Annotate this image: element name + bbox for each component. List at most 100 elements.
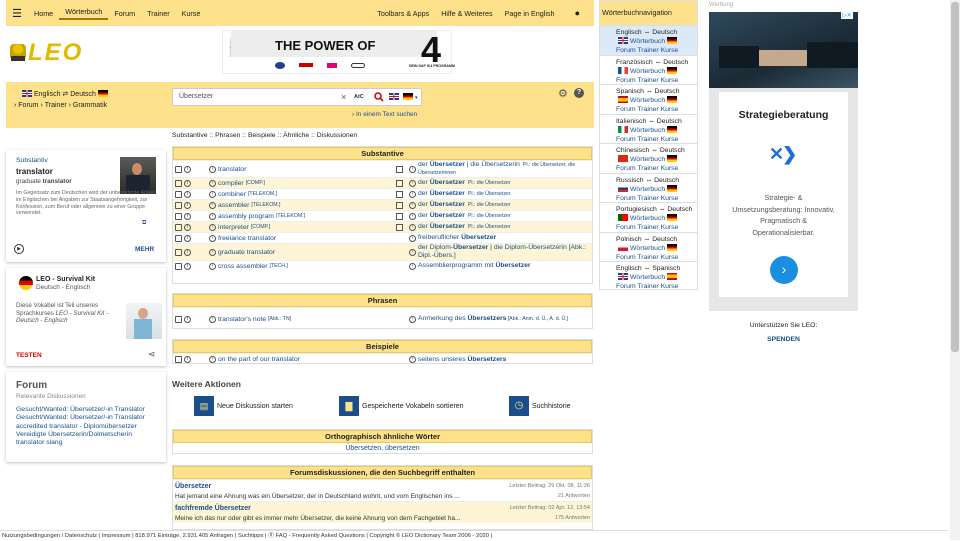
cat-substantive[interactable]: Substantive [172, 132, 208, 139]
special-characters-button[interactable]: AtC [354, 94, 364, 100]
term-de[interactable]: der Übersetzer | die Übersetzerin Pl.: di… [418, 161, 592, 177]
rnav-dictionary-link[interactable]: Wörterbuch [616, 155, 697, 164]
table-icon[interactable] [396, 201, 403, 209]
rnav-pair[interactable]: Englisch ⇔ Spanisch [616, 264, 697, 273]
save-icon[interactable] [175, 201, 182, 209]
save-icon[interactable] [175, 248, 182, 256]
rnav-pair[interactable]: Chinesisch ⇔ Deutsch [616, 146, 697, 155]
subnav-trainer[interactable]: Trainer [45, 102, 67, 109]
term-en[interactable]: interpreter [218, 224, 249, 231]
forum-discussion-item[interactable]: fachfremde Übersetzer Meine ich das nur … [173, 501, 592, 523]
audio-icon[interactable]: › [209, 315, 216, 323]
table-icon[interactable] [396, 165, 403, 173]
audio-icon[interactable]: › [409, 262, 416, 270]
action-sort-vocabulary[interactable]: ▇ Gespeicherte Vokabeln sortieren [339, 396, 464, 416]
rnav-pair[interactable]: Polnisch ⇔ Deutsch [616, 235, 697, 244]
search-in-text-link[interactable]: › In einem Text suchen [352, 111, 417, 118]
action-search-history[interactable]: ◷ Suchhistorie [509, 396, 571, 416]
audio-icon[interactable]: › [209, 190, 216, 198]
rnav-dictionary-link[interactable]: Wörterbuch [616, 37, 697, 46]
forum-link[interactable]: Vereidigte Übersetzerin/Dolmetscherin [16, 431, 145, 439]
info-icon[interactable]: i [184, 315, 191, 323]
term-en[interactable]: combiner [218, 191, 246, 198]
audio-icon[interactable]: › [409, 179, 416, 187]
search-icon[interactable] [374, 92, 384, 102]
external-link-icon[interactable]: ⧉ [142, 220, 146, 227]
rnav-forum-trainer-kurse[interactable]: Forum Trainer Kurse [600, 282, 697, 291]
audio-icon[interactable]: › [409, 234, 416, 242]
forum-link[interactable]: translator slang [16, 439, 145, 447]
rnav-pair[interactable]: Portugiesisch ⇔ Deutsch [616, 205, 697, 214]
term-en[interactable]: compiler [218, 180, 244, 187]
audio-icon[interactable]: › [209, 248, 216, 256]
term-en[interactable]: cross assembler [218, 263, 267, 270]
audio-icon[interactable]: › [409, 165, 416, 173]
footer[interactable]: Nutzungsbedingungen / Datenschutz | Impr… [0, 530, 948, 540]
info-icon[interactable]: i [184, 234, 191, 242]
save-icon[interactable] [175, 190, 182, 198]
audio-icon[interactable]: › [409, 223, 416, 231]
table-icon[interactable] [396, 190, 403, 198]
user-icon[interactable]: ● [561, 8, 594, 18]
subnav-forum[interactable]: Forum [18, 102, 38, 109]
action-new-discussion[interactable]: ▤ Neue Diskussion starten [194, 396, 293, 416]
nav-forum[interactable]: Forum [108, 9, 141, 18]
term-de[interactable]: der Übersetzer Pl.: die Übersetzer [418, 201, 592, 209]
info-icon[interactable]: i [184, 190, 191, 198]
scrollbar-thumb[interactable] [951, 2, 959, 352]
audio-icon[interactable]: › [209, 201, 216, 209]
test-button[interactable]: TESTEN [16, 352, 42, 359]
cat-aehnliche[interactable]: Ähnliche [283, 132, 309, 139]
play-icon[interactable]: ▶ [14, 244, 24, 254]
info-icon[interactable]: i [184, 179, 191, 187]
audio-icon[interactable]: › [209, 262, 216, 270]
search-input[interactable]: Übersetzer [179, 93, 213, 100]
rnav-dictionary-link[interactable]: Wörterbuch [616, 184, 697, 194]
term-de[interactable]: Anmerkung des Übersetzers [Abk.: Anm. d.… [418, 315, 590, 323]
share-icon[interactable]: ⋖ [148, 349, 156, 360]
rnav-pair[interactable]: Französisch ⇔ Deutsch [616, 58, 697, 67]
audio-icon[interactable]: › [209, 234, 216, 242]
save-icon[interactable] [175, 355, 182, 363]
swap-languages-icon[interactable]: ⇄ [62, 91, 68, 98]
save-icon[interactable] [175, 234, 182, 242]
audio-icon[interactable]: › [409, 355, 416, 363]
settings-gear-icon[interactable]: ⚙ [558, 87, 568, 100]
nav-toolbars[interactable]: Toolbars & Apps [371, 9, 435, 18]
save-icon[interactable] [175, 212, 182, 220]
rnav-pair[interactable]: Spanisch ⇔ Deutsch [616, 87, 697, 96]
dictionary-language-dropdown[interactable]: ▾ [387, 93, 418, 101]
nav-kurse[interactable]: Kurse [176, 9, 207, 18]
term-de[interactable]: der Übersetzer Pl.: die Übersetzer [418, 212, 592, 220]
info-icon[interactable]: i [184, 355, 191, 363]
more-button[interactable]: MEHR [135, 246, 154, 253]
term-de[interactable]: der Übersetzer Pl.: die Übersetzer [418, 179, 592, 187]
search-field[interactable]: Übersetzer × AtC ▾ [172, 88, 422, 106]
save-icon[interactable] [175, 262, 182, 270]
forum-link[interactable]: accredited translator - Diplomübersetzer [16, 423, 145, 431]
rnav-pair[interactable]: Italienisch ⇔ Deutsch [616, 117, 697, 126]
clear-icon[interactable]: × [341, 92, 346, 102]
nav-woerterbuch[interactable]: Wörterbuch [59, 7, 109, 20]
save-icon[interactable] [175, 179, 182, 187]
term-de[interactable]: der Diplom-Übersetzer | die Diplom-Übers… [418, 244, 592, 260]
audio-icon[interactable]: › [209, 212, 216, 220]
term-de[interactable]: der Übersetzer Pl.: die Übersetzer [418, 190, 592, 198]
rnav-dictionary-link[interactable]: Wörterbuch [616, 273, 697, 282]
info-icon[interactable]: i [184, 201, 191, 209]
info-icon[interactable]: i [184, 165, 191, 173]
forum-discussion-item[interactable]: Übersetzer Hat jemand eine Ahnung was ei… [173, 479, 592, 501]
similar-words[interactable]: Übersetzen, übersetzen [173, 443, 592, 454]
subnav-grammatik[interactable]: Grammatik [73, 102, 107, 109]
rnav-pair[interactable]: Englisch ⇔ Deutsch [616, 28, 697, 37]
audio-icon[interactable]: › [209, 355, 216, 363]
leo-logo[interactable]: LEO [8, 36, 88, 66]
audio-icon[interactable]: › [409, 315, 416, 323]
ad-sidebar[interactable]: ▷✕ Strategieberatung ✕❯ Strategie- & Ums… [709, 12, 858, 311]
table-icon[interactable] [396, 179, 403, 187]
rnav-dictionary-link[interactable]: Wörterbuch [616, 96, 697, 105]
cat-beispiele[interactable]: Beispiele [248, 132, 276, 139]
audio-icon[interactable]: › [409, 248, 416, 256]
term-en[interactable]: translator [218, 166, 246, 173]
forum-link[interactable]: Gesucht/Wanted: Übersetzer/-in Translato… [16, 414, 145, 422]
